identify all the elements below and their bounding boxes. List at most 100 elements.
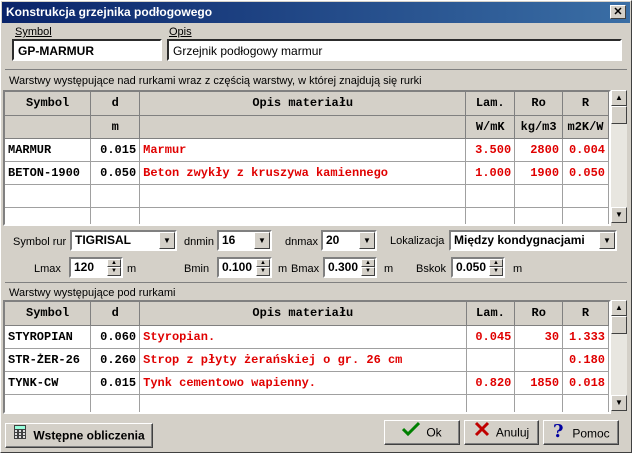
chevron-down-icon[interactable]: ▼ (359, 232, 375, 249)
column-header: d (90, 92, 141, 116)
table-cell[interactable] (514, 348, 564, 372)
table-cell[interactable]: 0.260 (90, 348, 141, 372)
table-cell[interactable]: 0.050 (562, 161, 609, 185)
table-cell[interactable] (466, 394, 516, 412)
scroll-up-arrow-icon[interactable]: ▲ (611, 90, 627, 106)
dnmin-select[interactable]: 16 ▼ (217, 230, 272, 251)
scroll-down-arrow-icon[interactable]: ▼ (611, 395, 627, 411)
table-row[interactable] (5, 394, 609, 412)
table-cell[interactable]: Strop z płyty żerańskiej o gr. 26 cm (139, 348, 467, 372)
column-header: Opis materiału (139, 92, 467, 116)
table-cell[interactable]: 0.820 (466, 371, 516, 395)
table-cell[interactable]: 1.333 (562, 325, 609, 349)
spin-up-icon[interactable]: ▲ (256, 259, 270, 267)
table-cell[interactable] (139, 184, 467, 208)
table-cell[interactable] (5, 207, 92, 224)
table-row[interactable] (5, 207, 609, 224)
upper-scrollbar[interactable]: ▲ ▼ (611, 90, 627, 223)
table-cell[interactable] (5, 184, 92, 208)
table-cell[interactable]: STYROPIAN (5, 325, 92, 349)
scroll-thumb[interactable] (611, 316, 627, 334)
table-cell[interactable]: 0.015 (90, 371, 141, 395)
scroll-down-arrow-icon[interactable]: ▼ (611, 207, 627, 223)
chevron-down-icon[interactable]: ▼ (159, 232, 175, 249)
table-row[interactable]: STYROPIAN 0.060 Styropian. 0.045 30 1.333 (5, 325, 609, 349)
table-cell[interactable] (466, 348, 516, 372)
table-cell[interactable]: 0.045 (466, 325, 516, 349)
bskok-spinner[interactable]: 0.050 ▲ ▼ (451, 257, 505, 278)
spin-up-icon[interactable]: ▲ (361, 259, 375, 267)
ok-button[interactable]: Ok (384, 420, 460, 445)
table-cell[interactable]: 1.000 (465, 161, 516, 185)
table-cell[interactable] (514, 207, 564, 224)
pomoc-button[interactable]: ? Pomoc (543, 420, 619, 445)
header-row: Symbol d Opis materiału Lam. Ro R (5, 92, 609, 116)
table-cell[interactable]: 0.018 (562, 371, 609, 395)
table-row[interactable]: MARMUR 0.015 Marmur 3.500 2800 0.004 (5, 138, 609, 162)
table-cell[interactable]: 0.060 (90, 325, 141, 349)
table-cell[interactable] (465, 207, 516, 224)
spin-down-icon[interactable]: ▼ (489, 267, 503, 276)
spin-down-icon[interactable]: ▼ (361, 267, 375, 276)
chevron-down-icon[interactable]: ▼ (599, 232, 615, 249)
table-cell[interactable]: 1850 (514, 371, 564, 395)
table-cell[interactable]: 0.004 (562, 138, 609, 162)
table-cell[interactable]: Tynk cementowo wapienny. (139, 371, 467, 395)
chevron-down-icon[interactable]: ▼ (254, 232, 270, 249)
bmin-spinner[interactable]: 0.100 ▲ ▼ (217, 257, 272, 278)
table-row[interactable]: TYNK-CW 0.015 Tynk cementowo wapienny. 0.82… (5, 371, 609, 395)
table-cell[interactable]: 0.180 (562, 348, 609, 372)
scroll-thumb[interactable] (611, 106, 627, 124)
table-cell[interactable]: Beton zwykły z kruszywa kamiennego (139, 161, 467, 185)
spin-up-icon[interactable]: ▲ (489, 259, 503, 267)
lower-group-divider (5, 282, 627, 283)
lower-layers-table: Symbol d Opis materiału Lam. Ro R STYROPIAN 0.0… (5, 302, 609, 412)
table-cell[interactable] (90, 184, 141, 208)
table-cell[interactable] (139, 394, 467, 412)
table-row[interactable] (5, 184, 609, 208)
table-cell[interactable] (514, 184, 564, 208)
table-cell[interactable]: MARMUR (5, 138, 92, 162)
table-cell[interactable] (90, 394, 141, 412)
dnmax-select[interactable]: 20 ▼ (321, 230, 377, 251)
bmax-spinner[interactable]: 0.300 ▲ ▼ (323, 257, 377, 278)
scroll-up-arrow-icon[interactable]: ▲ (611, 300, 627, 316)
table-cell[interactable]: 2800 (514, 138, 564, 162)
table-row[interactable]: BETON-1900 0.050 Beton zwykły z kruszywa k… (5, 161, 609, 185)
dnmin-label: dnmin (184, 236, 214, 248)
table-cell[interactable] (5, 394, 92, 412)
table-cell[interactable]: 30 (514, 325, 564, 349)
lmax-spinner[interactable]: 120 ▲ ▼ (69, 257, 123, 278)
symbol-field[interactable]: GP-MARMUR (12, 39, 162, 61)
spin-up-icon[interactable]: ▲ (107, 259, 121, 267)
table-cell[interactable]: Marmur (139, 138, 467, 162)
column-header: Symbol (5, 92, 92, 116)
table-cell[interactable]: Styropian. (139, 325, 467, 349)
table-row[interactable]: STR-ŻER-26 0.260 Strop z płyty żerańskiej … (5, 348, 609, 372)
spin-down-icon[interactable]: ▼ (107, 267, 121, 276)
table-cell[interactable]: 3.500 (465, 138, 516, 162)
wstepne-obliczenia-button[interactable]: Wstępne obliczenia (5, 423, 153, 448)
lower-scrollbar[interactable]: ▲ ▼ (611, 300, 627, 411)
table-cell[interactable] (90, 207, 141, 224)
table-cell[interactable]: 0.050 (90, 161, 141, 185)
table-cell[interactable] (562, 394, 609, 412)
spin-down-icon[interactable]: ▼ (256, 267, 270, 276)
opis-field[interactable]: Grzejnik podłogowy marmur (167, 39, 622, 61)
table-cell[interactable] (139, 207, 467, 224)
table-cell[interactable] (465, 184, 516, 208)
table-cell[interactable] (562, 184, 609, 208)
bskok-label: Bskok (416, 263, 446, 275)
table-cell[interactable] (514, 394, 564, 412)
upper-layers-grid: Symbol d Opis materiału Lam. Ro Rm W/mK kg/m3 m2… (3, 90, 611, 226)
table-cell[interactable]: TYNK-CW (5, 371, 92, 395)
close-button[interactable]: ✕ (610, 5, 626, 19)
table-cell[interactable] (562, 207, 609, 224)
table-cell[interactable]: 0.015 (90, 138, 141, 162)
table-cell[interactable]: 1900 (514, 161, 564, 185)
lokalizacja-select[interactable]: Między kondygnacjami ▼ (449, 230, 617, 251)
symbol-rur-select[interactable]: TIGRISAL ▼ (70, 230, 177, 251)
anuluj-button[interactable]: Anuluj (464, 420, 539, 445)
table-cell[interactable]: STR-ŻER-26 (5, 348, 92, 372)
table-cell[interactable]: BETON-1900 (5, 161, 92, 185)
